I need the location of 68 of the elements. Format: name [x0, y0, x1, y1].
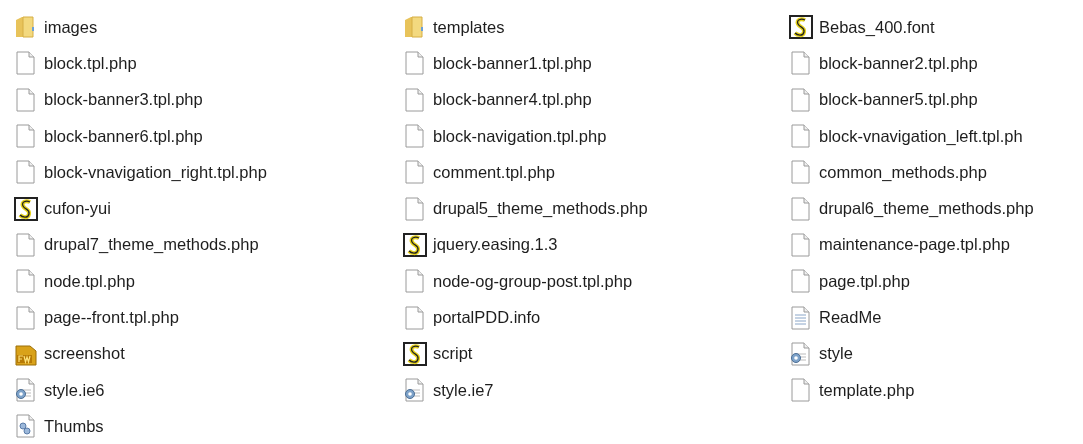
file-list-item[interactable]: block-banner6.tpl.php [14, 117, 403, 155]
file-name: style.ie7 [433, 380, 494, 400]
file-name: script [433, 344, 473, 364]
file-list-item[interactable]: block-banner1.tpl.php [403, 45, 789, 82]
file-name: style.ie6 [44, 380, 105, 400]
file-list-item[interactable]: style.ie7 [403, 371, 789, 409]
file-list-item[interactable]: block-vnavigation_left.tpl.ph [789, 117, 1083, 155]
file-list-item[interactable]: block.tpl.php [14, 45, 403, 82]
file-name: cufon-yui [44, 199, 111, 219]
file-name: block-vnavigation_right.tpl.php [44, 162, 267, 182]
file-name: style [819, 344, 853, 364]
file-list-item[interactable]: drupal5_theme_methods.php [403, 190, 789, 227]
file-name: block-banner1.tpl.php [433, 53, 592, 73]
file-list-item[interactable]: drupal6_theme_methods.php [789, 190, 1083, 227]
file-name: block-banner2.tpl.php [819, 53, 978, 73]
file-name: block-vnavigation_left.tpl.ph [819, 126, 1023, 146]
file-list-item[interactable]: block-banner3.tpl.php [14, 81, 403, 118]
file-list-item[interactable]: portalPDD.info [403, 299, 789, 336]
file-name: templates [433, 17, 505, 37]
file-name: maintenance-page.tpl.php [819, 235, 1010, 255]
file-list-item[interactable]: block-banner2.tpl.php [789, 45, 1083, 82]
file-list-item[interactable]: ReadMe [789, 299, 1083, 336]
file-name: ReadMe [819, 308, 882, 327]
file-name: block-banner5.tpl.php [819, 90, 978, 110]
file-name: images [44, 17, 98, 37]
file-list-item[interactable]: page--front.tpl.php [14, 299, 403, 336]
file-name: drupal7_theme_methods.php [44, 235, 259, 255]
file-list-item[interactable]: block-banner4.tpl.php [403, 81, 789, 118]
file-list-item[interactable]: block-banner5.tpl.php [789, 81, 1083, 118]
file-list-item[interactable]: maintenance-page.tpl.php [789, 226, 1083, 264]
file-list-item[interactable]: style.ie6 [14, 371, 403, 409]
file-list-item[interactable]: cufon-yui [14, 190, 403, 227]
file-name: drupal6_theme_methods.php [819, 199, 1034, 219]
file-list-item[interactable]: templates [403, 9, 789, 46]
file-list-item[interactable]: block-vnavigation_right.tpl.php [14, 154, 403, 191]
file-name: node.tpl.php [44, 271, 135, 291]
file-name: block-banner6.tpl.php [44, 126, 203, 146]
file-name: common_methods.php [819, 162, 987, 182]
file-list-item[interactable]: drupal7_theme_methods.php [14, 226, 403, 264]
file-name: Thumbs [44, 416, 104, 436]
file-name: portalPDD.info [433, 308, 541, 327]
file-list-item[interactable]: screenshot [14, 335, 403, 372]
file-name: block-navigation.tpl.php [433, 126, 607, 146]
file-list-item[interactable]: block-navigation.tpl.php [403, 117, 789, 155]
file-list-item[interactable]: page.tpl.php [789, 263, 1083, 300]
file-name: block.tpl.php [44, 53, 137, 73]
file-list-item[interactable]: jquery.easing.1.3 [403, 226, 789, 264]
file-list-item[interactable]: template.php [789, 371, 1083, 409]
file-list-item[interactable]: Thumbs [14, 408, 403, 444]
file-name: comment.tpl.php [433, 162, 555, 182]
file-list-item[interactable]: node-og-group-post.tpl.php [403, 263, 789, 300]
file-list-item[interactable]: images [14, 9, 403, 46]
file-list-item[interactable]: style [789, 335, 1083, 372]
file-name: screenshot [44, 344, 125, 364]
file-list-item[interactable]: Bebas_400.font [789, 9, 1083, 46]
file-name: block-banner3.tpl.php [44, 90, 203, 110]
file-list-item[interactable]: common_methods.php [789, 154, 1083, 191]
file-list-item[interactable]: node.tpl.php [14, 263, 403, 300]
file-name: page--front.tpl.php [44, 308, 179, 327]
file-name: page.tpl.php [819, 271, 910, 291]
file-name: drupal5_theme_methods.php [433, 199, 648, 219]
file-name: block-banner4.tpl.php [433, 90, 592, 110]
file-name: template.php [819, 380, 915, 400]
file-name: node-og-group-post.tpl.php [433, 271, 633, 291]
file-name: Bebas_400.font [819, 17, 935, 37]
file-list-item[interactable]: script [403, 335, 789, 372]
file-list-item[interactable]: comment.tpl.php [403, 154, 789, 191]
file-name: jquery.easing.1.3 [433, 235, 558, 255]
